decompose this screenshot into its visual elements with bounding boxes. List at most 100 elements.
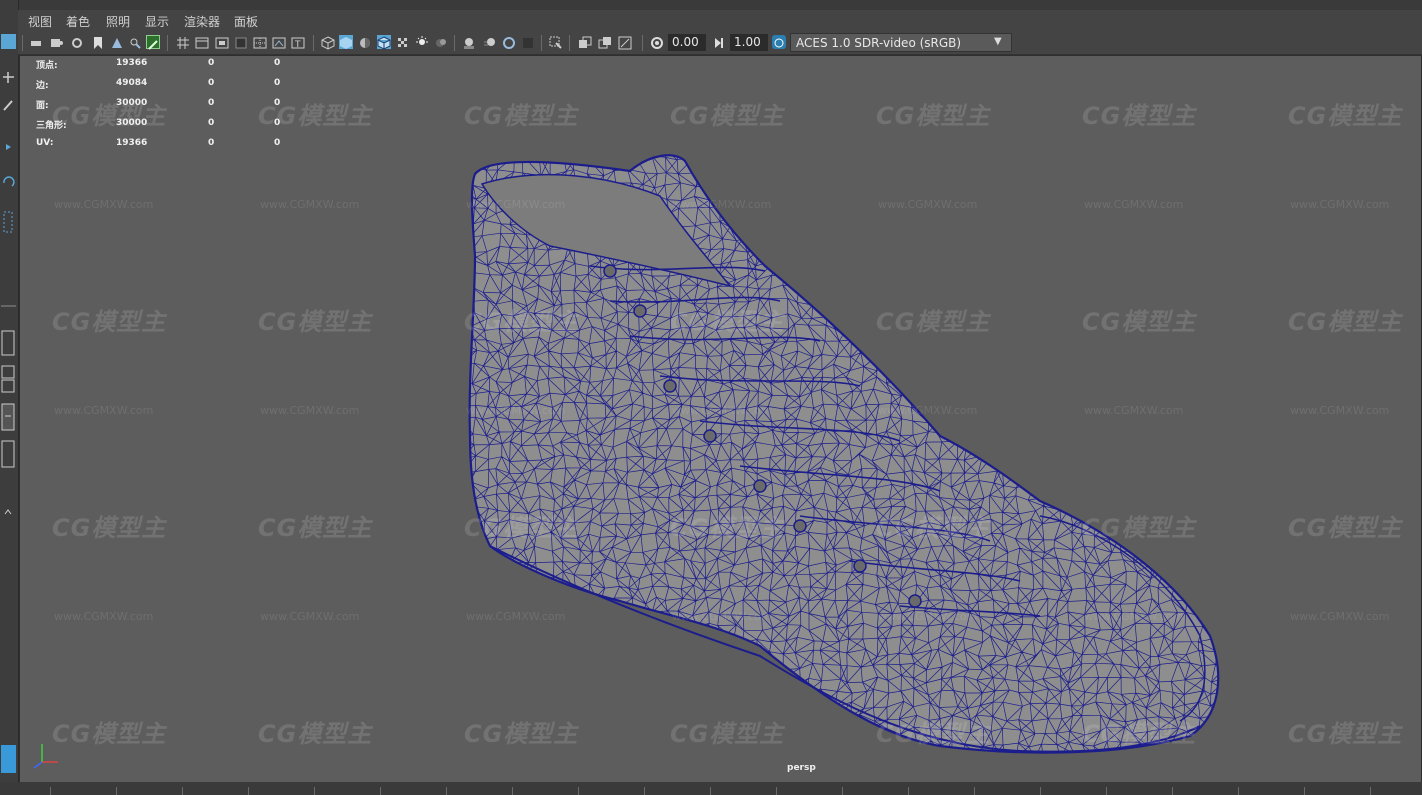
grease-pencil-icon[interactable] bbox=[146, 35, 160, 50]
xray-joints-icon[interactable] bbox=[618, 35, 632, 50]
hud-triangles: 0 bbox=[274, 78, 281, 88]
hud-label: 边: bbox=[36, 81, 49, 91]
menu-lighting[interactable]: 照明 bbox=[106, 13, 130, 30]
hud-label: UV: bbox=[36, 138, 54, 148]
timeline-tick bbox=[578, 787, 579, 795]
menu-renderer[interactable]: 渲染器 bbox=[184, 13, 220, 30]
title-strip bbox=[0, 0, 1422, 10]
smooth-shade-icon[interactable] bbox=[339, 35, 353, 49]
view-transform-select[interactable]: ACES 1.0 SDR-video (sRGB) bbox=[790, 33, 1012, 52]
hud-selected: 0 bbox=[208, 118, 215, 128]
layout-quad-icon[interactable] bbox=[1, 403, 16, 431]
persp-viewport[interactable]: CG模型主 www.CGMXW.com CG模型主 www.CGMXW.com CG模型… bbox=[19, 55, 1422, 783]
image-plane-icon[interactable] bbox=[110, 35, 124, 49]
xray-icon[interactable] bbox=[578, 35, 592, 49]
hud-triangles: 0 bbox=[274, 118, 281, 128]
wireframe-shading-icon[interactable] bbox=[321, 35, 335, 50]
hud-value: 30000 bbox=[116, 98, 148, 108]
move-tool-icon[interactable] bbox=[1, 70, 16, 85]
exposure-field[interactable]: 0.00 bbox=[668, 34, 706, 51]
layout-single-icon[interactable] bbox=[1, 330, 16, 356]
hud-value: 49084 bbox=[116, 78, 148, 88]
timeline-tick bbox=[1172, 787, 1173, 795]
timeline-tick bbox=[974, 787, 975, 795]
hud-triangles: 0 bbox=[274, 58, 281, 68]
resolution-gate-icon[interactable] bbox=[215, 35, 229, 49]
hud-selected: 0 bbox=[208, 138, 215, 148]
panel-toolbar: T 0.00 1.00 ACES 1.0 SDR-video (sRGB) ▼ bbox=[18, 32, 1422, 55]
anti-aliasing-icon[interactable] bbox=[502, 35, 516, 49]
screen-space-ao-icon[interactable] bbox=[462, 35, 476, 49]
layout-split-icon[interactable] bbox=[1, 365, 16, 393]
2d-pan-zoom-icon[interactable] bbox=[128, 35, 142, 49]
chevron-down-icon[interactable]: ▼ bbox=[994, 36, 1002, 47]
exposure-icon[interactable] bbox=[650, 35, 664, 49]
motion-blur-icon[interactable] bbox=[483, 35, 497, 49]
timeline-tick bbox=[380, 787, 381, 795]
color-management-icon[interactable] bbox=[772, 35, 786, 49]
timeline-tick bbox=[1238, 787, 1239, 795]
scale-tool-icon[interactable] bbox=[1, 140, 16, 155]
select-tool-icon[interactable] bbox=[1, 34, 16, 49]
camera-attributes-icon[interactable] bbox=[50, 35, 64, 49]
toolbar-separator bbox=[541, 35, 542, 51]
camera-name-label: persp bbox=[787, 763, 816, 773]
tool-shelf bbox=[0, 0, 19, 795]
bookmark-camera-icon[interactable] bbox=[70, 35, 84, 49]
camera-select-icon[interactable] bbox=[30, 35, 44, 49]
default-material-icon[interactable] bbox=[358, 35, 372, 49]
timeline-tick bbox=[512, 787, 513, 795]
timeline-tick bbox=[446, 787, 447, 795]
bookmark-icon[interactable] bbox=[91, 35, 105, 49]
timeline-tick bbox=[1040, 787, 1041, 795]
gate-mask-icon[interactable] bbox=[234, 35, 248, 49]
marquee-tool-icon[interactable] bbox=[1, 210, 16, 235]
depth-of-field-icon[interactable] bbox=[521, 35, 535, 49]
hud-triangles: 0 bbox=[274, 138, 281, 148]
shoe-wireframe-mesh[interactable] bbox=[20, 56, 1421, 782]
hud-value: 19366 bbox=[116, 58, 148, 68]
timeline-tick bbox=[644, 787, 645, 795]
gamma-field[interactable]: 1.00 bbox=[730, 34, 768, 51]
safe-title-icon[interactable]: T bbox=[291, 35, 305, 50]
time-slider[interactable] bbox=[0, 782, 1422, 795]
svg-text:T: T bbox=[294, 40, 301, 50]
menu-shading[interactable]: 着色 bbox=[66, 13, 90, 30]
timeline-tick bbox=[182, 787, 183, 795]
wireframe-on-shaded-icon[interactable] bbox=[377, 35, 391, 50]
gamma-icon[interactable] bbox=[712, 35, 726, 49]
hud-selected: 0 bbox=[208, 78, 215, 88]
textured-icon[interactable] bbox=[396, 35, 410, 49]
timeline-tick bbox=[314, 787, 315, 795]
shadows-icon[interactable] bbox=[434, 35, 448, 49]
toolbar-separator bbox=[22, 35, 23, 51]
hud-label: 面: bbox=[36, 101, 49, 111]
safe-action-icon[interactable] bbox=[272, 35, 286, 49]
hud-triangles: 0 bbox=[274, 98, 281, 108]
toolbar-separator bbox=[313, 35, 314, 51]
paint-tool-icon[interactable] bbox=[1, 98, 16, 113]
hud-selected: 0 bbox=[208, 98, 215, 108]
script-editor-icon[interactable] bbox=[1, 745, 16, 773]
panel-menu-bar: 视图 着色 照明 显示 渲染器 面板 bbox=[18, 10, 1422, 32]
timeline-tick bbox=[842, 787, 843, 795]
timeline-tick bbox=[1106, 787, 1107, 795]
xray-active-components-icon[interactable] bbox=[598, 35, 612, 49]
use-all-lights-icon[interactable] bbox=[415, 35, 429, 49]
film-gate-icon[interactable] bbox=[195, 35, 209, 49]
layout-outliner-icon[interactable] bbox=[1, 440, 16, 468]
toolbar-separator bbox=[167, 35, 168, 51]
rotate-tool-icon[interactable] bbox=[1, 175, 16, 190]
field-chart-icon[interactable] bbox=[253, 35, 267, 49]
hud-label: 三角形: bbox=[36, 121, 67, 131]
toolbar-separator bbox=[642, 35, 643, 51]
isolate-select-icon[interactable] bbox=[549, 35, 563, 49]
menu-show[interactable]: 显示 bbox=[145, 13, 169, 30]
shelf-expand-icon[interactable] bbox=[1, 505, 16, 520]
timeline-tick bbox=[116, 787, 117, 795]
hud-selected: 0 bbox=[208, 58, 215, 68]
menu-panels[interactable]: 面板 bbox=[234, 13, 258, 30]
menu-view[interactable]: 视图 bbox=[28, 13, 52, 30]
timeline-tick bbox=[1370, 787, 1371, 795]
grid-icon[interactable] bbox=[176, 35, 190, 49]
